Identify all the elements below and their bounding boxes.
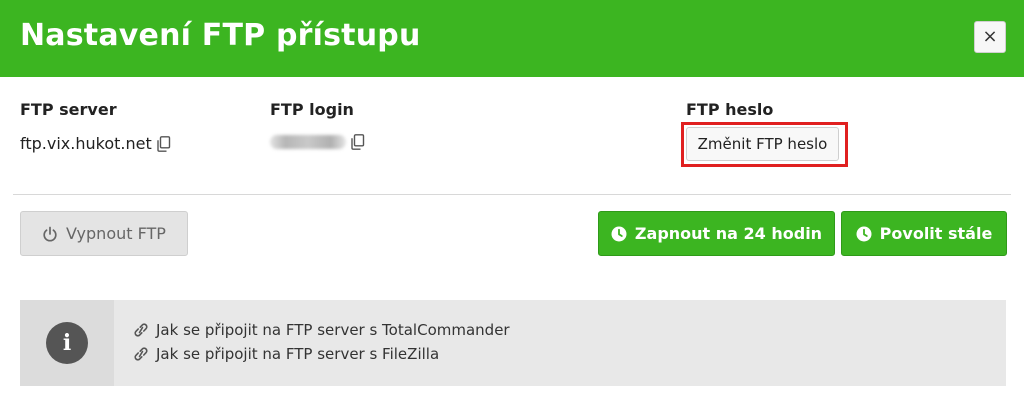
link-icon	[132, 323, 150, 337]
ftp-server-value-row: ftp.vix.hukot.net	[20, 134, 171, 153]
info-icon-panel: i	[20, 300, 114, 386]
ftp-server-section: FTP server ftp.vix.hukot.net	[20, 100, 170, 153]
change-ftp-password-button[interactable]: Změnit FTP heslo	[686, 127, 839, 161]
help-info-box: i Jak se připojit na FTP server s TotalC…	[20, 300, 1006, 386]
ftp-login-value-obscured	[270, 135, 346, 149]
help-link-totalcommander[interactable]: Jak se připojit na FTP server s TotalCom…	[132, 321, 510, 339]
link-icon	[132, 347, 150, 361]
ftp-server-label: FTP server	[20, 100, 117, 119]
ftp-login-value-row	[270, 134, 365, 150]
info-icon: i	[46, 322, 88, 364]
ftp-password-label: FTP heslo	[686, 100, 774, 119]
modal-header: Nastavení FTP přístupu ×	[0, 0, 1024, 77]
ftp-login-label: FTP login	[270, 100, 354, 119]
power-icon	[42, 226, 58, 242]
modal-title: Nastavení FTP přístupu	[20, 18, 421, 53]
clock-icon	[611, 226, 627, 242]
enable-always-label: Povolit stále	[879, 224, 993, 243]
disable-ftp-label: Vypnout FTP	[66, 224, 166, 243]
copy-icon[interactable]	[156, 135, 171, 152]
help-link-label: Jak se připojit na FTP server s FileZill…	[156, 345, 440, 363]
disable-ftp-button[interactable]: Vypnout FTP	[20, 211, 188, 256]
ftp-login-section: FTP login	[270, 100, 365, 150]
help-link-filezilla[interactable]: Jak se připojit na FTP server s FileZill…	[132, 345, 439, 363]
close-button[interactable]: ×	[974, 21, 1006, 53]
ftp-password-section: FTP heslo	[686, 100, 773, 119]
close-icon: ×	[982, 26, 998, 47]
enable-always-button[interactable]: Povolit stále	[841, 211, 1007, 256]
clock-icon	[856, 226, 872, 242]
enable-24h-label: Zapnout na 24 hodin	[634, 224, 823, 243]
ftp-server-value: ftp.vix.hukot.net	[20, 134, 152, 153]
copy-icon[interactable]	[350, 134, 365, 150]
enable-24h-button[interactable]: Zapnout na 24 hodin	[598, 211, 835, 256]
section-divider	[13, 194, 1011, 195]
help-link-label: Jak se připojit na FTP server s TotalCom…	[156, 321, 510, 339]
